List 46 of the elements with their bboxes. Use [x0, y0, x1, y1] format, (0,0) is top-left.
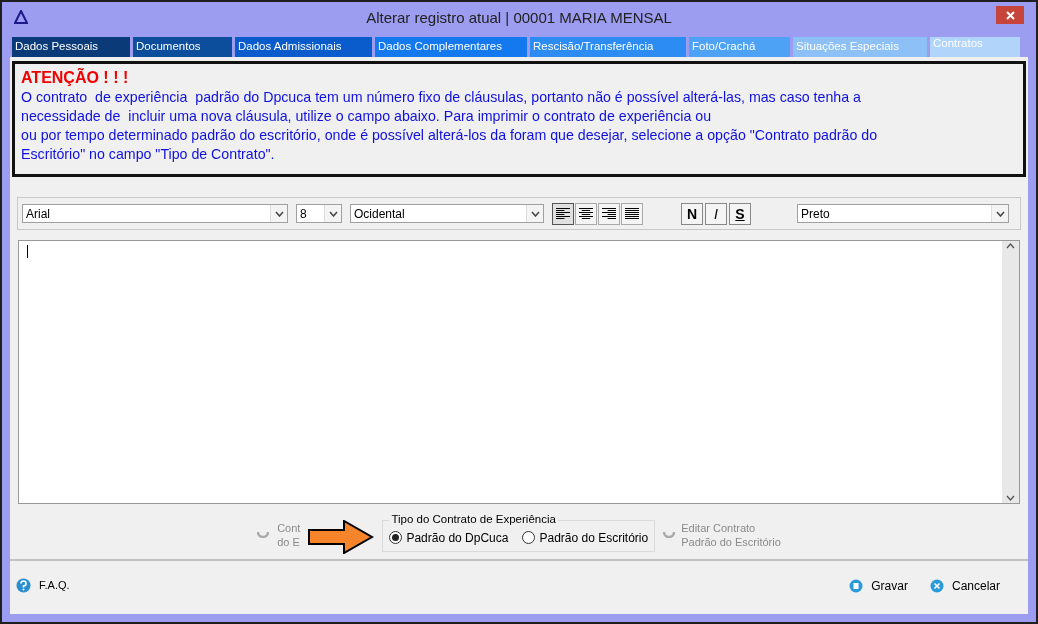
align-button[interactable]: [552, 202, 574, 225]
align-button[interactable]: [575, 202, 597, 225]
tab[interactable]: Dados Pessoais: [12, 37, 130, 57]
align-icon: [625, 207, 639, 220]
tab[interactable]: Dados Complementares: [375, 37, 527, 57]
warning-text: O contrato de experiência padrão do Dpcuca tem um número fixo de cláusulas, portanto não é possível alterá-las, mas caso tenha a: [21, 88, 862, 107]
warning-text: necessidade de incluir uma nova cláusula, utilize o campo abaixo. Para imprimir o contrato de experiência ou: [21, 107, 713, 126]
scroll-up-icon: [1006, 243, 1015, 249]
group-legend: Tipo do Contrato de Experiência: [389, 511, 558, 529]
size-select[interactable]: 8: [296, 204, 342, 223]
cancel-icon: [929, 578, 944, 593]
radio-button[interactable]: [522, 531, 536, 545]
script-select[interactable]: Ocidental: [350, 204, 544, 223]
radio-option[interactable]: Padrão do Escritório: [522, 528, 649, 547]
window-title: Alterar registro atual | 00001 MARIA MENSAL: [366, 7, 672, 28]
format-button[interactable]: I: [705, 202, 727, 225]
spinner-icon: [257, 531, 270, 538]
radio-button[interactable]: [389, 531, 403, 545]
close-button[interactable]: [996, 6, 1024, 24]
color-select[interactable]: Preto: [797, 204, 1009, 223]
align-button[interactable]: [621, 202, 643, 225]
tab[interactable]: Documentos: [133, 37, 232, 57]
align-button[interactable]: [598, 202, 620, 225]
help-icon: [16, 578, 31, 593]
scroll-down-icon: [1006, 495, 1015, 501]
radio-option[interactable]: Padrão do DpCuca: [389, 528, 509, 547]
arrow-icon: [308, 519, 375, 554]
spinner-icon: [663, 531, 676, 538]
format-button[interactable]: S: [729, 202, 751, 225]
save-button[interactable]: Gravar: [849, 576, 908, 595]
faq-button[interactable]: F.A.Q.: [16, 577, 70, 594]
text-cursor: [27, 245, 28, 258]
tab[interactable]: Dados Admissionais: [235, 37, 372, 57]
save-icon: [849, 578, 864, 593]
scrollbar[interactable]: [1002, 241, 1019, 503]
align-icon: [602, 207, 616, 220]
align-icon: [579, 207, 593, 220]
warning-text: ou por tempo determinado padrão do escritório, onde é possível alterá-los da foram que desejar, selecione a opção "Contrato padrão do: [21, 126, 879, 145]
close-icon: [1005, 10, 1015, 20]
triangle-logo-icon: [14, 10, 28, 24]
warning-title: ATENÇÃO ! ! !: [21, 68, 130, 88]
warning-text: Escritório" no campo "Tipo de Contrato".: [21, 145, 276, 164]
align-icon: [556, 207, 570, 220]
cancel-button[interactable]: Cancelar: [929, 576, 1000, 595]
font-select[interactable]: Arial: [22, 204, 288, 223]
format-button[interactable]: N: [681, 202, 703, 225]
